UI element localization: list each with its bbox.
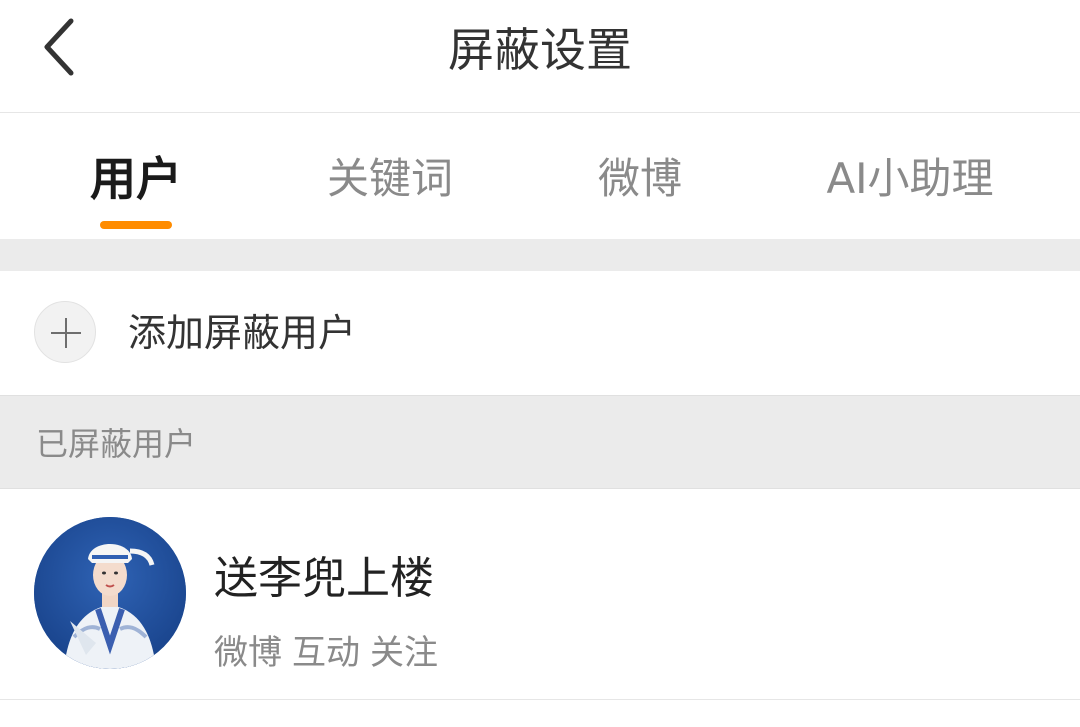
back-button[interactable] [24, 12, 94, 82]
user-name: 送李兜上楼 [214, 553, 434, 604]
app: 屏蔽设置 用户 关键词 微博 AI小助理 添加屏蔽用户 已屏蔽用户 送李兜上楼 … [0, 0, 1080, 727]
tag-follow: 关注 [370, 633, 438, 673]
plus-icon [34, 301, 96, 363]
active-tab-indicator [100, 221, 172, 229]
section-title: 已屏蔽用户 [36, 425, 197, 463]
tab-user[interactable]: 用户 [86, 149, 186, 209]
nav-header: 屏蔽设置 [0, 0, 1080, 113]
tab-ai-assistant[interactable]: AI小助理 [820, 149, 1000, 209]
tag-interaction: 互动 [292, 633, 360, 673]
user-block-tags: 微博 互动 关注 [214, 631, 448, 675]
tab-weibo[interactable]: 微博 [590, 149, 690, 209]
avatar-image [34, 517, 186, 669]
add-blocked-user-label: 添加屏蔽用户 [128, 311, 357, 355]
page-title: 屏蔽设置 [448, 23, 632, 77]
blocked-users-section-header: 已屏蔽用户 [0, 395, 1080, 489]
tab-bar: 用户 关键词 微博 AI小助理 [0, 113, 1080, 239]
tab-keyword[interactable]: 关键词 [320, 149, 460, 209]
avatar[interactable] [34, 517, 186, 669]
add-blocked-user-button[interactable]: 添加屏蔽用户 [0, 271, 1080, 395]
blocked-user-item[interactable]: 送李兜上楼 微博 互动 关注 [0, 489, 1080, 700]
tag-weibo: 微博 [214, 633, 282, 673]
chevron-left-icon [44, 18, 74, 76]
section-divider [0, 239, 1080, 271]
